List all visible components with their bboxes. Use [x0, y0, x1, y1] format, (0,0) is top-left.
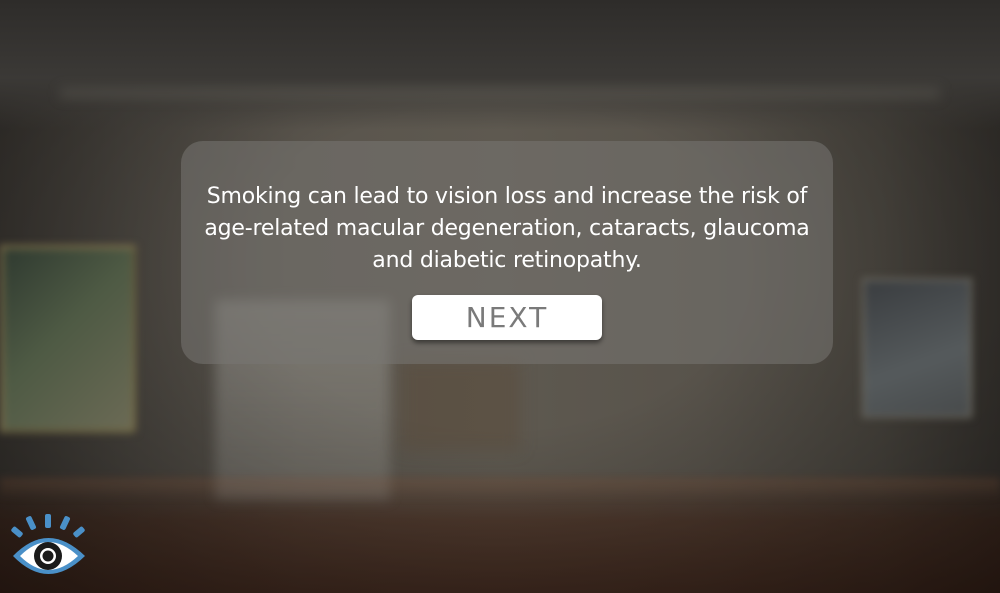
- ceiling: [0, 0, 1000, 130]
- eye-icon[interactable]: [10, 512, 88, 582]
- shelf: [400, 360, 520, 450]
- ceiling-molding: [60, 88, 940, 98]
- info-dialog: Smoking can lead to vision loss and incr…: [181, 141, 833, 364]
- dialog-message: Smoking can lead to vision loss and incr…: [204, 184, 810, 273]
- eye-icon-graphic: [11, 514, 85, 574]
- floor-edge: [0, 478, 1000, 500]
- painting-left: [0, 245, 136, 433]
- next-button[interactable]: NEXT: [412, 295, 602, 340]
- painting-right: [862, 278, 972, 418]
